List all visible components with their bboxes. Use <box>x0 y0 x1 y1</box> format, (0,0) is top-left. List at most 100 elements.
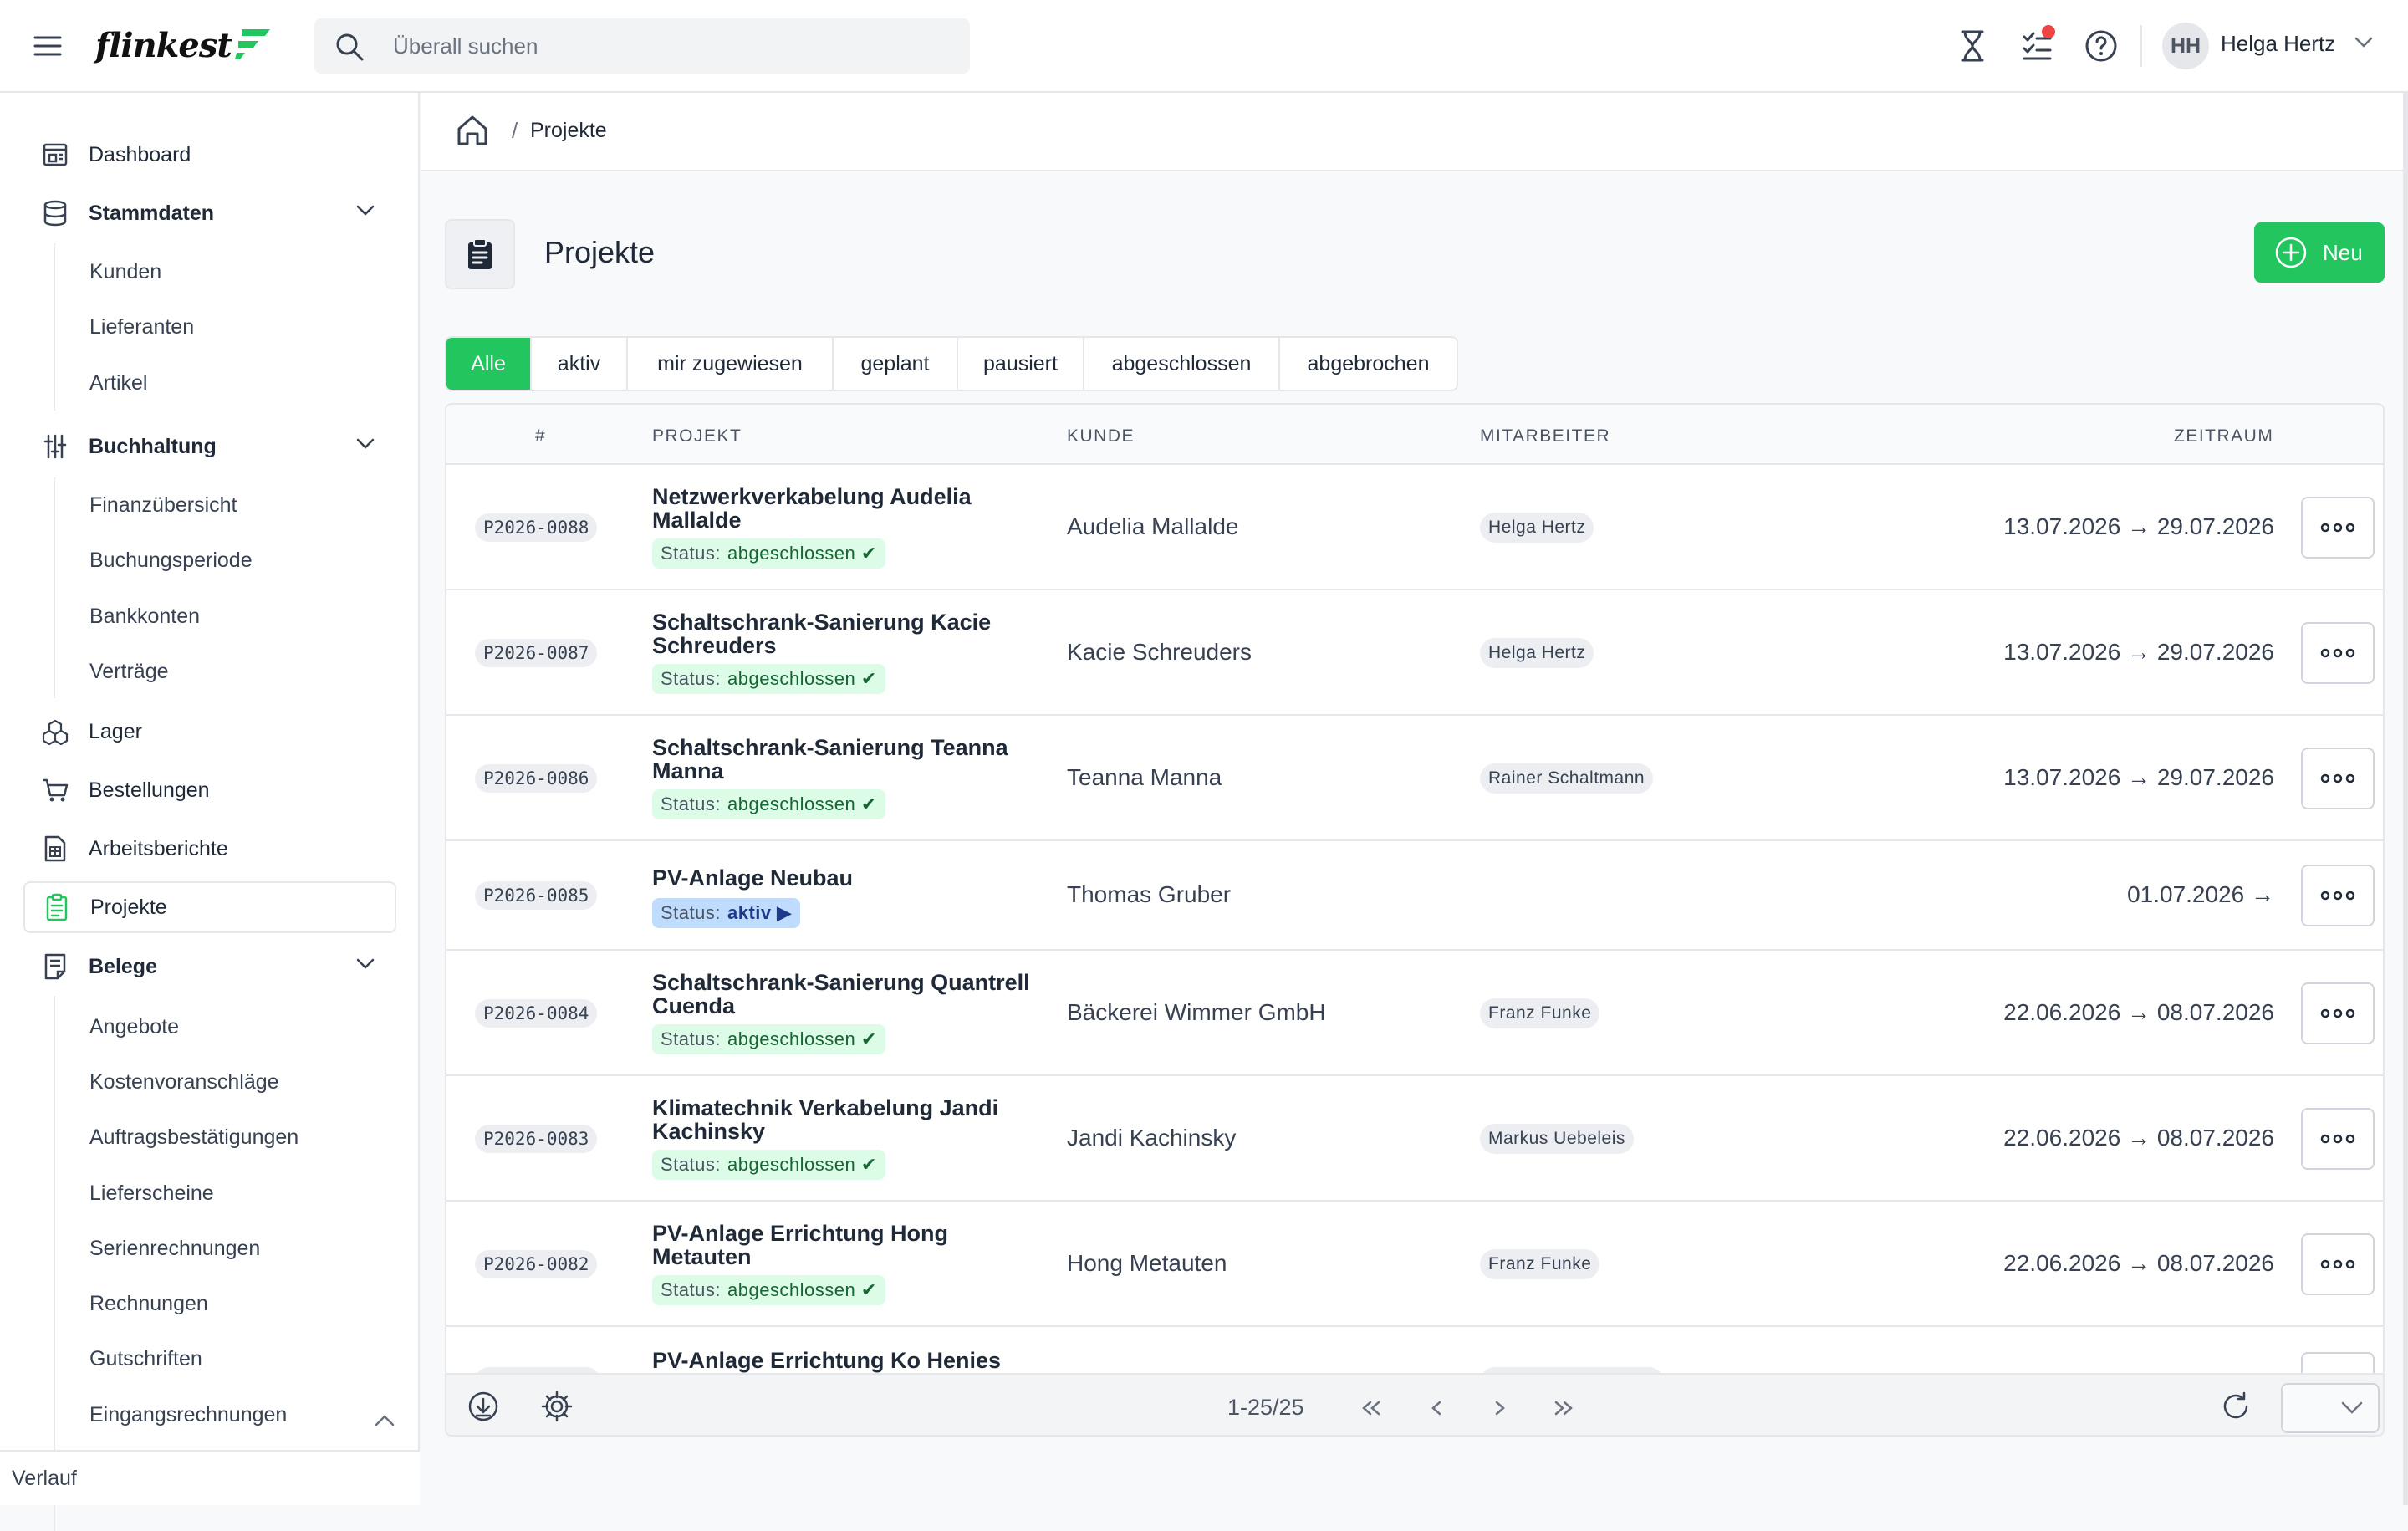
row-actions-button[interactable] <box>2301 497 2375 559</box>
row-actions-button[interactable] <box>2301 748 2375 809</box>
chevron-down-icon[interactable] <box>356 438 375 450</box>
hamburger-menu-icon[interactable] <box>32 30 64 62</box>
settings-gear-icon[interactable] <box>540 1390 574 1423</box>
row-actions-button[interactable] <box>2301 1352 2375 1373</box>
sidebar-item-eingangsrechnungen[interactable]: Eingangsrechnungen <box>89 1403 287 1427</box>
tab-abgeschlossen[interactable]: abgeschlossen <box>1084 338 1280 390</box>
avatar[interactable]: HH <box>2162 23 2209 69</box>
user-name[interactable]: Helga Hertz <box>2221 31 2335 57</box>
customer-name[interactable]: Thomas Gruber <box>1067 881 1231 908</box>
sidebar-footer-verlauf[interactable]: Verlauf <box>0 1450 420 1505</box>
sidebar-item-projekte[interactable]: Projekte <box>23 881 396 933</box>
refresh-icon[interactable] <box>2219 1390 2252 1423</box>
row-actions-button[interactable] <box>2301 865 2375 926</box>
date-range: 22.06.2026 → 08.07.2026 <box>2003 999 2274 1025</box>
customer-name[interactable]: Jandi Kachinsky <box>1067 1125 1236 1151</box>
global-search[interactable] <box>314 18 970 74</box>
column-header-number[interactable]: # <box>535 426 546 447</box>
table-row[interactable]: P2026-0082 PV-Anlage Errichtung Hong Met… <box>446 1202 2383 1327</box>
column-header-zeitraum[interactable]: ZEITRAUM <box>2174 426 2273 447</box>
chevron-up-icon[interactable] <box>375 1415 395 1426</box>
sidebar-item-dashboard[interactable]: Dashboard <box>23 129 396 181</box>
row-actions-button[interactable] <box>2301 622 2375 684</box>
sidebar-item-lieferscheine[interactable]: Lieferscheine <box>89 1181 214 1206</box>
sidebar-item-serienrechnungen[interactable]: Serienrechnungen <box>89 1237 260 1261</box>
project-id: P2026-0087 <box>475 639 598 667</box>
table-row[interactable]: PV-Anlage Errichtung Ko Henies <box>446 1327 2383 1373</box>
row-actions-button[interactable] <box>2301 982 2375 1044</box>
project-title[interactable]: Schaltschrank-Sanierung Teanna Manna <box>652 736 1054 783</box>
notification-dot <box>2042 25 2055 38</box>
sidebar-item-angebote[interactable]: Angebote <box>89 1015 179 1039</box>
table-row[interactable]: P2026-0088 Netzwerkverkabelung Audelia M… <box>446 465 2383 590</box>
tab-alle[interactable]: Alle <box>446 338 532 390</box>
tab-mir-zugewiesen[interactable]: mir zugewiesen <box>628 338 834 390</box>
sidebar-item-vertraege[interactable]: Verträge <box>89 660 169 684</box>
pagination-range: 1-25/25 <box>1227 1395 1304 1420</box>
project-title[interactable]: PV-Anlage Errichtung Hong Metauten <box>652 1222 1054 1268</box>
customer-name[interactable]: Bäckerei Wimmer GmbH <box>1067 999 1326 1026</box>
sidebar-item-rechnungen[interactable]: Rechnungen <box>89 1292 208 1316</box>
sidebar-item-kostenvoranschlaege[interactable]: Kostenvoranschläge <box>89 1070 279 1095</box>
sidebar-item-kunden[interactable]: Kunden <box>89 260 161 284</box>
tab-aktiv[interactable]: aktiv <box>532 338 628 390</box>
table-row[interactable]: P2026-0086 Schaltschrank-Sanierung Teann… <box>446 716 2383 841</box>
sidebar-item-buchhaltung[interactable]: Buchhaltung <box>23 421 396 472</box>
previous-page-icon[interactable] <box>1421 1393 1451 1423</box>
customer-name[interactable]: Hong Metauten <box>1067 1250 1227 1277</box>
row-actions-button[interactable] <box>2301 1233 2375 1295</box>
sidebar-item-gutschriften[interactable]: Gutschriften <box>89 1347 202 1371</box>
logo-text: flinkest <box>95 25 232 65</box>
customer-name[interactable]: Audelia Mallalde <box>1067 513 1238 540</box>
column-header-kunde[interactable]: KUNDE <box>1067 426 1135 447</box>
next-page-icon[interactable] <box>1485 1393 1515 1423</box>
customer-name[interactable]: Teanna Manna <box>1067 764 1222 791</box>
row-actions-button[interactable] <box>2301 1108 2375 1170</box>
project-title[interactable]: Schaltschrank-Sanierung Kacie Schreuders <box>652 610 1054 657</box>
customer-name[interactable]: Kacie Schreuders <box>1067 639 1252 666</box>
sidebar-item-lager[interactable]: Lager <box>23 706 396 758</box>
sidebar-item-buchungsperiode[interactable]: Buchungsperiode <box>89 549 253 573</box>
app-logo[interactable]: flinkest <box>95 20 272 70</box>
table-row[interactable]: P2026-0087 Schaltschrank-Sanierung Kacie… <box>446 590 2383 716</box>
table-row[interactable]: P2026-0085 PV-Anlage Neubau Status: aktiv… <box>446 841 2383 951</box>
project-title[interactable]: PV-Anlage Neubau <box>652 866 1054 890</box>
tasks-checklist-icon[interactable] <box>2018 25 2057 65</box>
project-id <box>475 1367 600 1373</box>
chevron-down-icon[interactable] <box>356 205 375 217</box>
chevron-down-icon[interactable] <box>2354 37 2373 48</box>
sidebar-item-auftragsbestaetigungen[interactable]: Auftragsbestätigungen <box>89 1125 298 1150</box>
sidebar-item-stammdaten[interactable]: Stammdaten <box>23 187 396 239</box>
sidebar-item-finanzuebersicht[interactable]: Finanzübersicht <box>89 493 237 518</box>
table-row[interactable]: P2026-0083 Klimatechnik Verkabelung Jand… <box>446 1076 2383 1202</box>
logo-mark-icon <box>234 29 270 59</box>
database-icon <box>38 196 72 230</box>
chevron-down-icon[interactable] <box>356 958 375 970</box>
help-icon[interactable] <box>2082 27 2120 65</box>
search-input[interactable] <box>393 18 945 74</box>
download-icon[interactable] <box>467 1390 500 1423</box>
column-header-projekt[interactable]: PROJEKT <box>652 426 742 447</box>
sidebar-item-bestellungen[interactable]: Bestellungen <box>23 764 396 816</box>
new-project-button[interactable]: Neu <box>2254 222 2385 283</box>
sidebar-item-artikel[interactable]: Artikel <box>89 371 147 396</box>
first-page-icon[interactable] <box>1356 1393 1386 1423</box>
tab-pausiert[interactable]: pausiert <box>958 338 1084 390</box>
page-size-select[interactable] <box>2281 1383 2380 1433</box>
sidebar-item-belege[interactable]: Belege <box>23 941 396 993</box>
tab-abgebrochen[interactable]: abgebrochen <box>1280 338 1457 390</box>
project-title[interactable]: Netzwerkverkabelung Audelia Mallalde <box>652 485 1054 532</box>
last-page-icon[interactable] <box>1548 1393 1579 1423</box>
sidebar-item-lieferanten[interactable]: Lieferanten <box>89 315 194 339</box>
table-row[interactable]: P2026-0084 Schaltschrank-Sanierung Quant… <box>446 951 2383 1076</box>
hourglass-icon[interactable] <box>1953 27 1992 65</box>
column-header-mitarbeiter[interactable]: MITARBEITER <box>1480 426 1610 447</box>
scrollbar-track[interactable] <box>2403 93 2408 1505</box>
project-title[interactable]: Schaltschrank-Sanierung Quantrell Cuenda <box>652 971 1054 1018</box>
tab-geplant[interactable]: geplant <box>834 338 958 390</box>
project-title[interactable]: Klimatechnik Verkabelung Jandi Kachinsky <box>652 1096 1054 1143</box>
project-title[interactable]: PV-Anlage Errichtung Ko Henies <box>652 1349 1054 1372</box>
home-icon[interactable] <box>455 113 490 148</box>
sidebar-item-arbeitsberichte[interactable]: Arbeitsberichte <box>23 823 396 875</box>
sidebar-item-bankkonten[interactable]: Bankkonten <box>89 605 200 629</box>
